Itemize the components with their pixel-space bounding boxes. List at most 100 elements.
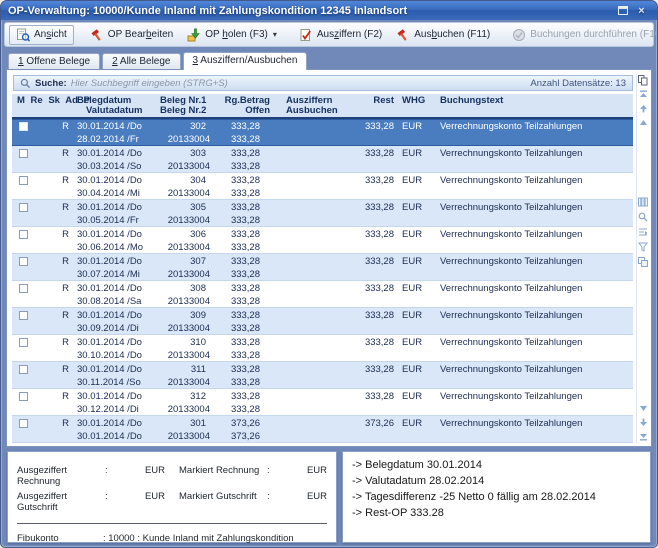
- header-rest[interactable]: Rest: [348, 96, 396, 106]
- row-flag: R: [38, 120, 72, 133]
- dropdown-arrow-icon[interactable]: ▾: [273, 30, 277, 39]
- op-bearbeiten-button[interactable]: OP Bearbeiten: [84, 26, 179, 44]
- row-flag: R: [38, 255, 72, 268]
- row-checkbox[interactable]: [19, 230, 28, 239]
- row-buchungstext: Verrechnungskonto Teilzahlungen: [432, 309, 633, 322]
- grid-toolbar-strip: [636, 74, 649, 443]
- row-flag: R: [38, 174, 72, 187]
- tab-ausziffern-ausbuchen[interactable]: 3 Ausziffern/Ausbuchen: [183, 52, 308, 70]
- row-beleg-nr2: 20133004: [158, 295, 214, 307]
- scroll-up-button[interactable]: [638, 103, 649, 114]
- row-checkbox[interactable]: [19, 392, 28, 401]
- currency-label: EUR: [139, 491, 165, 513]
- row-buchungstext: Verrechnungskonto Teilzahlungen: [432, 228, 633, 241]
- row-whg: EUR: [396, 336, 432, 349]
- markiert-gutschrift-label: Markiert Gutschrift: [179, 491, 267, 513]
- tab-offene-belege[interactable]: 1 Offene Belege: [8, 53, 100, 70]
- row-checkbox[interactable]: [19, 284, 28, 293]
- currency-label: EUR: [139, 465, 165, 487]
- header-ausbuchen[interactable]: Ausbuchen: [274, 106, 348, 116]
- scroll-bottom-button[interactable]: [638, 431, 649, 442]
- header-beleg-nr2[interactable]: Beleg Nr.2: [158, 106, 214, 116]
- row-rg-betrag: 333,28: [214, 363, 274, 376]
- row-beleg-nr2: 20133004: [158, 430, 214, 442]
- statistics-icon[interactable]: [638, 226, 649, 237]
- row-belegdatum: 30.01.2014 /Do: [72, 255, 158, 268]
- scroll-down-small-button[interactable]: [638, 403, 649, 414]
- row-rg-betrag: 333,28: [214, 255, 274, 268]
- row-valutadatum: 30.06.2014 /Mo: [72, 241, 158, 253]
- hammer-icon: [90, 28, 104, 42]
- row-rest: 333,28: [348, 228, 396, 241]
- row-checkbox[interactable]: [19, 311, 28, 320]
- header-valutadatum[interactable]: Valutadatum: [72, 106, 158, 116]
- row-valutadatum: 30.10.2014 /Do: [72, 349, 158, 361]
- layout-icon[interactable]: [638, 256, 649, 267]
- ausziffern-label: Ausziffern (F2): [317, 29, 382, 40]
- header-offen[interactable]: Offen: [214, 106, 274, 116]
- table-row[interactable]: R 30.01.2014 /Do 30.05.2014 /Fr 305 2013…: [12, 200, 633, 227]
- op-holen-button[interactable]: OP holen (F3)▾: [181, 26, 283, 44]
- row-rg-betrag: 333,28: [214, 336, 274, 349]
- row-checkbox[interactable]: [19, 338, 28, 347]
- window-title: OP-Verwaltung: 10000/Kunde Inland mit Za…: [8, 5, 612, 17]
- row-flag: R: [38, 147, 72, 160]
- row-whg: EUR: [396, 309, 432, 322]
- row-rest: 333,28: [348, 363, 396, 376]
- table-row[interactable]: R 30.01.2014 /Do 30.09.2014 /Di 309 2013…: [12, 308, 633, 335]
- table-row[interactable]: R 30.01.2014 /Do 30.04.2014 /Mi 304 2013…: [12, 173, 633, 200]
- row-checkbox[interactable]: [19, 203, 28, 212]
- row-checkbox[interactable]: [19, 419, 28, 428]
- header-flags[interactable]: M Re Sk Ad P: [12, 96, 72, 106]
- ausbuchen-button[interactable]: Ausbuchen (F11): [390, 26, 496, 44]
- row-beleg-nr1: 308: [158, 282, 214, 295]
- row-valutadatum: 30.07.2014 /Mi: [72, 268, 158, 280]
- row-checkbox[interactable]: [19, 365, 28, 374]
- title-bar: OP-Verwaltung: 10000/Kunde Inland mit Za…: [1, 1, 657, 20]
- row-checkbox[interactable]: [19, 122, 28, 131]
- row-rg-betrag: 333,28: [214, 201, 274, 214]
- filter-icon[interactable]: [638, 241, 649, 252]
- search-input[interactable]: Hier Suchbegriff eingeben (STRG+S): [71, 78, 527, 89]
- table-row[interactable]: R 30.01.2014 /Do 30.07.2014 /Mi 307 2013…: [12, 254, 633, 281]
- row-buchungstext: Verrechnungskonto Teilzahlungen: [432, 255, 633, 268]
- table-row[interactable]: R 30.01.2014 /Do 30.03.2014 /So 303 2013…: [12, 146, 633, 173]
- table-row[interactable]: R 30.01.2014 /Do 30.12.2014 /Di 312 2013…: [12, 389, 633, 416]
- buchungen-durchfuehren-label: Buchungen durchführen (F10): [530, 29, 658, 40]
- ausziffern-button[interactable]: Ausziffern (F2): [293, 26, 388, 44]
- scroll-down-button[interactable]: [638, 417, 649, 428]
- scroll-up-small-button[interactable]: [638, 117, 649, 128]
- copy-grid-icon[interactable]: [638, 75, 649, 86]
- table-row[interactable]: R 30.01.2014 /Do 30.01.2014 /Do 301 2013…: [12, 416, 633, 443]
- fibukonto-label: Fibukonto: [17, 533, 103, 544]
- row-checkbox[interactable]: [19, 257, 28, 266]
- row-offen: 333,28: [214, 268, 274, 280]
- row-rest: 333,28: [348, 255, 396, 268]
- row-rg-betrag: 373,26: [214, 417, 274, 430]
- view-icon: [16, 28, 30, 42]
- scroll-top-button[interactable]: [638, 89, 649, 100]
- restore-button[interactable]: [614, 4, 631, 18]
- row-beleg-nr2: 20133004: [158, 241, 214, 253]
- ansicht-button[interactable]: Ansicht: [9, 25, 74, 45]
- row-checkbox[interactable]: [19, 149, 28, 158]
- tab-alle-belege[interactable]: 2 Alle Belege: [102, 53, 180, 70]
- info-line: -> Tagesdifferenz -25 Netto 0 fällig am …: [352, 489, 641, 505]
- header-whg[interactable]: WHG: [396, 96, 432, 106]
- row-beleg-nr1: 304: [158, 174, 214, 187]
- row-checkbox[interactable]: [19, 176, 28, 185]
- table-row[interactable]: R 30.01.2014 /Do 30.08.2014 /Sa 308 2013…: [12, 281, 633, 308]
- markiert-rechnung-value: [279, 465, 301, 487]
- search-records-icon[interactable]: [638, 211, 649, 222]
- row-beleg-nr2: 20133004: [158, 133, 214, 145]
- header-buchungstext[interactable]: Buchungstext: [432, 96, 633, 106]
- table-row[interactable]: R 30.01.2014 /Do 28.02.2014 /Fr 302 2013…: [12, 119, 633, 146]
- row-offen: 333,28: [214, 403, 274, 415]
- row-flag: R: [38, 201, 72, 214]
- table-row[interactable]: R 30.01.2014 /Do 30.11.2014 /So 311 2013…: [12, 362, 633, 389]
- table-row[interactable]: R 30.01.2014 /Do 30.06.2014 /Mo 306 2013…: [12, 227, 633, 254]
- close-button[interactable]: ×: [633, 4, 650, 18]
- table-row[interactable]: R 30.01.2014 /Do 30.10.2014 /Do 310 2013…: [12, 335, 633, 362]
- column-chooser-icon[interactable]: [638, 196, 649, 207]
- buchungen-durchfuehren-button[interactable]: Buchungen durchführen (F10): [506, 26, 658, 44]
